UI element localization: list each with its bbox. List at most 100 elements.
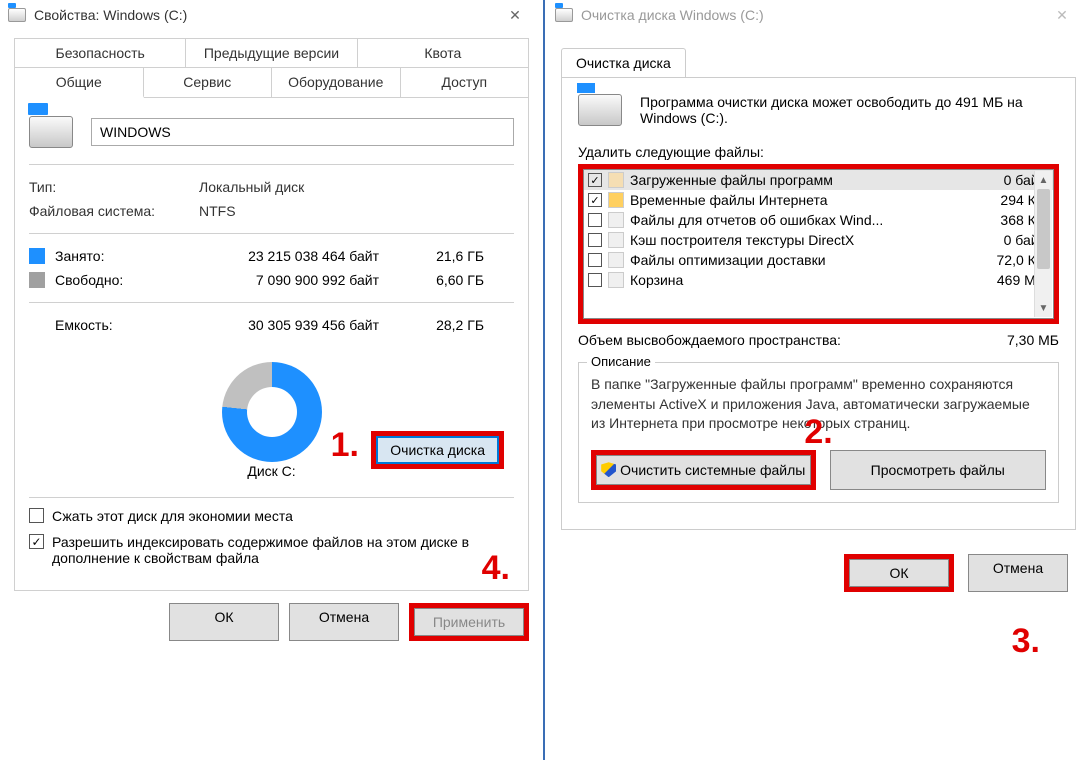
step-2-highlight: Очистить системные файлы xyxy=(591,450,816,490)
apply-button[interactable]: Применить xyxy=(414,608,524,636)
scroll-thumb[interactable] xyxy=(1037,189,1050,269)
file-list[interactable]: Загруженные файлы программ0 байтВременны… xyxy=(583,169,1054,319)
file-list-row[interactable]: Загруженные файлы программ0 байт xyxy=(584,170,1053,190)
tab-cleanup[interactable]: Очистка диска xyxy=(561,48,686,77)
index-checkbox[interactable] xyxy=(29,534,44,549)
used-gb: 21,6 ГБ xyxy=(379,248,514,264)
type-label: Тип: xyxy=(29,179,199,195)
tab-sharing[interactable]: Доступ xyxy=(401,68,529,97)
tab-security[interactable]: Безопасность xyxy=(15,39,186,67)
properties-dialog: Свойства: Windows (C:) ✕ Безопасность Пр… xyxy=(0,0,545,760)
used-label: Занято: xyxy=(55,248,199,264)
clean-system-files-button[interactable]: Очистить системные файлы xyxy=(596,455,811,485)
used-bytes: 23 215 038 464 байт xyxy=(199,248,379,264)
description-group: Описание В папке "Загруженные файлы прог… xyxy=(578,362,1059,503)
file-type-icon xyxy=(608,172,624,188)
tab-general[interactable]: Общие xyxy=(15,68,144,98)
file-list-row[interactable]: Временные файлы Интернета294 КБ xyxy=(584,190,1053,210)
cancel-button[interactable]: Отмена xyxy=(968,554,1068,592)
file-type-icon xyxy=(608,252,624,268)
filelist-label: Удалить следующие файлы: xyxy=(578,144,1059,160)
usage-donut-chart xyxy=(222,362,322,462)
step-filelist-highlight: Загруженные файлы программ0 байтВременны… xyxy=(578,164,1059,324)
free-color-icon xyxy=(29,272,45,288)
tab-service[interactable]: Сервис xyxy=(144,68,273,97)
free-gb: 6,60 ГБ xyxy=(379,272,514,288)
capacity-label: Емкость: xyxy=(55,317,199,333)
file-type-icon xyxy=(608,212,624,228)
disk-cleanup-dialog: Очистка диска Windows (C:) ✕ Очистка дис… xyxy=(547,0,1090,760)
tabs: Безопасность Предыдущие версии Квота Общ… xyxy=(14,38,529,98)
titlebar[interactable]: Очистка диска Windows (C:) ✕ xyxy=(547,0,1090,30)
file-type-icon xyxy=(608,272,624,288)
capacity-gb: 28,2 ГБ xyxy=(379,317,514,333)
drive-big-icon xyxy=(29,116,73,148)
free-bytes: 7 090 900 992 байт xyxy=(199,272,379,288)
ok-button[interactable]: ОК xyxy=(169,603,279,641)
drive-icon xyxy=(578,94,622,126)
clean-system-files-label: Очистить системные файлы xyxy=(620,462,805,478)
disk-label: Диск C: xyxy=(247,463,295,479)
file-type-icon xyxy=(608,232,624,248)
freed-value: 7,30 МБ xyxy=(1007,332,1059,348)
file-list-row[interactable]: Кэш построителя текстуры DirectX0 байт xyxy=(584,230,1053,250)
cleanup-content: Программа очистки диска может освободить… xyxy=(561,77,1076,530)
general-tab-content: Тип:Локальный диск Файловая система:NTFS… xyxy=(14,98,529,591)
title-text: Свойства: Windows (C:) xyxy=(34,7,187,23)
compress-checkbox[interactable] xyxy=(29,508,44,523)
titlebar[interactable]: Свойства: Windows (C:) ✕ xyxy=(0,0,543,30)
file-list-row[interactable]: Файлы оптимизации доставки72,0 КБ xyxy=(584,250,1053,270)
file-checkbox[interactable] xyxy=(588,253,602,267)
scroll-down-icon[interactable]: ▼ xyxy=(1035,299,1052,317)
file-checkbox[interactable] xyxy=(588,233,602,247)
cancel-button[interactable]: Отмена xyxy=(289,603,399,641)
used-color-icon xyxy=(29,248,45,264)
file-checkbox[interactable] xyxy=(588,193,602,207)
compress-label: Сжать этот диск для экономии места xyxy=(52,508,293,524)
drive-icon xyxy=(8,8,26,22)
description-title: Описание xyxy=(587,354,655,369)
ok-button[interactable]: ОК xyxy=(849,559,949,587)
type-value: Локальный диск xyxy=(199,179,304,195)
file-list-row[interactable]: Файлы для отчетов об ошибках Wind...368 … xyxy=(584,210,1053,230)
file-name: Файлы оптимизации доставки xyxy=(630,252,963,268)
title-text: Очистка диска Windows (C:) xyxy=(581,7,764,23)
close-icon[interactable]: ✕ xyxy=(1042,2,1082,28)
tab-hardware[interactable]: Оборудование xyxy=(272,68,401,97)
file-checkbox[interactable] xyxy=(588,273,602,287)
tab-prev-versions[interactable]: Предыдущие версии xyxy=(186,39,357,67)
scrollbar[interactable]: ▲ ▼ xyxy=(1034,171,1052,317)
tab-quota[interactable]: Квота xyxy=(358,39,528,67)
file-name: Файлы для отчетов об ошибках Wind... xyxy=(630,212,963,228)
cleanup-icon xyxy=(555,8,573,22)
scroll-up-icon[interactable]: ▲ xyxy=(1035,171,1052,189)
disk-cleanup-button[interactable]: Очистка диска xyxy=(376,436,499,464)
drive-name-input[interactable] xyxy=(91,118,514,146)
file-name: Временные файлы Интернета xyxy=(630,192,963,208)
close-icon[interactable]: ✕ xyxy=(495,2,535,28)
file-checkbox[interactable] xyxy=(588,213,602,227)
free-label: Свободно: xyxy=(55,272,199,288)
shield-icon xyxy=(601,462,616,477)
fs-value: NTFS xyxy=(199,203,236,219)
freed-label: Объем высвобождаемого пространства: xyxy=(578,332,841,348)
step-3-highlight: ОК xyxy=(844,554,954,592)
info-text: Программа очистки диска может освободить… xyxy=(640,94,1059,126)
dialog-button-row: ОК Отмена xyxy=(547,554,1068,592)
view-files-button[interactable]: Просмотреть файлы xyxy=(830,450,1047,490)
step-1-label: 1. xyxy=(331,426,359,465)
file-checkbox[interactable] xyxy=(588,173,602,187)
step-4-label: 4. xyxy=(482,549,510,588)
file-name: Загруженные файлы программ xyxy=(630,172,963,188)
file-name: Корзина xyxy=(630,272,963,288)
file-list-row[interactable]: Корзина469 МБ xyxy=(584,270,1053,290)
file-type-icon xyxy=(608,192,624,208)
file-name: Кэш построителя текстуры DirectX xyxy=(630,232,963,248)
step-2-label: 2. xyxy=(804,413,832,452)
step-4-highlight: Применить xyxy=(409,603,529,641)
capacity-bytes: 30 305 939 456 байт xyxy=(199,317,379,333)
index-label: Разрешить индексировать содержимое файло… xyxy=(52,534,514,566)
step-3-label: 3. xyxy=(1012,622,1040,661)
step-1-highlight: Очистка диска xyxy=(371,431,504,469)
dialog-button-row: ОК Отмена Применить xyxy=(14,603,529,641)
